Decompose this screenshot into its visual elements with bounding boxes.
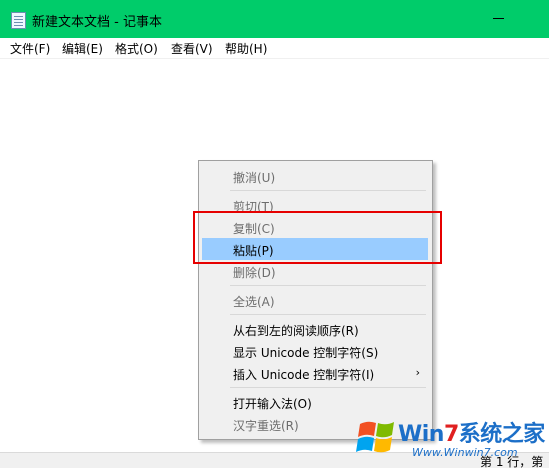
- menu-view[interactable]: 查看(V): [171, 40, 213, 57]
- title-bar[interactable]: 新建文本文档 - 记事本: [0, 0, 549, 38]
- menu-item-select-all[interactable]: 全选(A): [202, 289, 428, 311]
- windows-logo-icon: [356, 421, 394, 453]
- menu-separator: [230, 387, 426, 388]
- menu-file[interactable]: 文件(F): [10, 40, 50, 57]
- menu-item-insert-unicode[interactable]: 插入 Unicode 控制字符(I) ›: [202, 362, 428, 384]
- menu-separator: [230, 285, 426, 286]
- menu-item-rtl-reading[interactable]: 从右到左的阅读顺序(R): [202, 318, 428, 340]
- menu-item-label: 汉字重选(R): [233, 419, 299, 433]
- menu-item-label: 删除(D): [233, 266, 276, 280]
- menu-item-open-ime[interactable]: 打开输入法(O): [202, 391, 428, 413]
- menu-item-label: 打开输入法(O): [233, 397, 312, 411]
- notepad-icon: [11, 12, 26, 29]
- minimize-icon[interactable]: [493, 18, 504, 19]
- watermark-brand-suffix: 系统之家: [458, 422, 546, 447]
- menu-separator: [230, 190, 426, 191]
- menu-item-label: 显示 Unicode 控制字符(S): [233, 346, 379, 360]
- menu-help[interactable]: 帮助(H): [225, 40, 267, 57]
- watermark-brand-seven: 7: [443, 422, 459, 447]
- menu-edit[interactable]: 编辑(E): [62, 40, 103, 57]
- menu-format[interactable]: 格式(O): [115, 40, 158, 57]
- submenu-arrow-icon: ›: [415, 366, 420, 379]
- watermark-logo: Win7系统之家 Www.Winwin7.com: [350, 412, 549, 467]
- window-title: 新建文本文档 - 记事本: [32, 15, 162, 30]
- menu-item-label: 从右到左的阅读顺序(R): [233, 324, 359, 338]
- menu-separator: [230, 314, 426, 315]
- watermark-url: Www.Winwin7.com: [412, 446, 518, 459]
- annotation-highlight-box: [193, 211, 442, 264]
- menu-item-label: 全选(A): [233, 295, 275, 309]
- menu-item-label: 插入 Unicode 控制字符(I): [233, 368, 375, 382]
- watermark-brand-prefix: Win: [398, 422, 444, 447]
- menu-item-show-unicode[interactable]: 显示 Unicode 控制字符(S): [202, 340, 428, 362]
- menu-item-undo[interactable]: 撤消(U): [202, 165, 428, 187]
- context-menu: 撤消(U) 剪切(T) 复制(C) 粘贴(P) 删除(D) 全选(A) 从右到左…: [198, 160, 433, 440]
- menu-bar: 文件(F) 编辑(E) 格式(O) 查看(V) 帮助(H): [0, 38, 549, 59]
- watermark-brand: Win7系统之家: [398, 416, 545, 448]
- menu-item-label: 撤消(U): [233, 171, 276, 185]
